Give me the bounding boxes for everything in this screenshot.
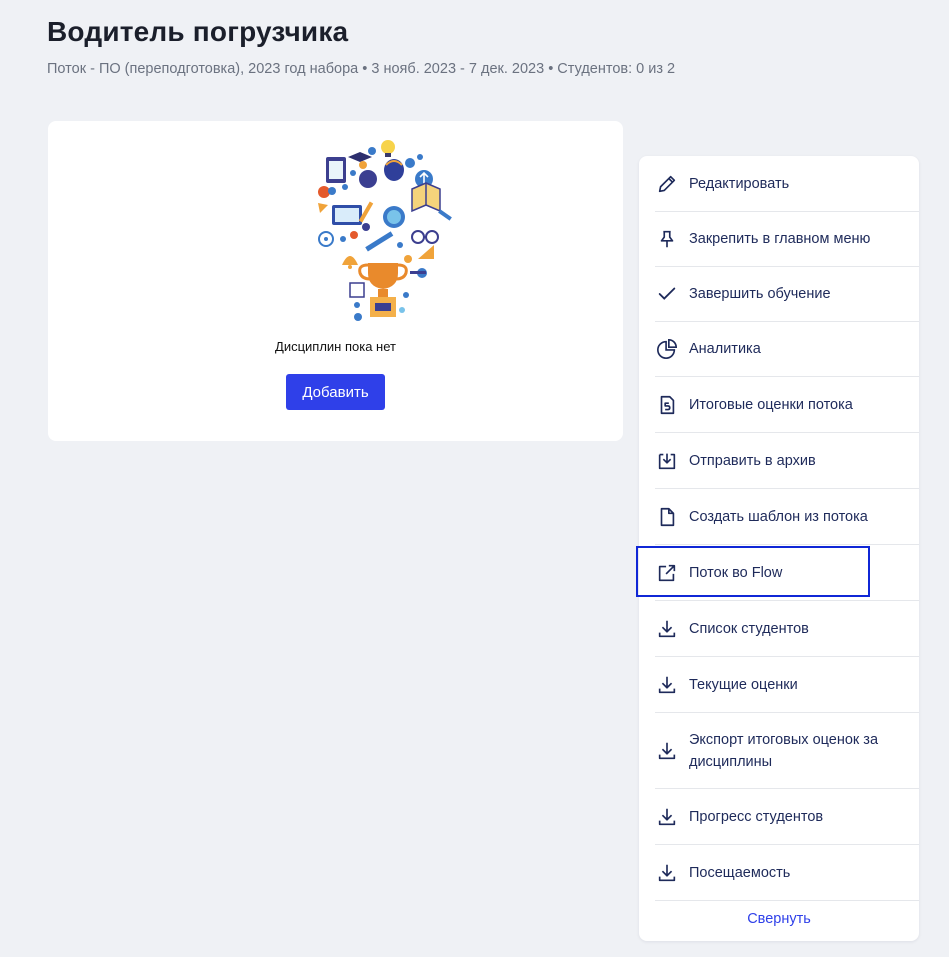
menu-item-label: Аналитика <box>689 341 761 357</box>
menu-item-final-grades[interactable]: Итоговые оценки потока <box>655 377 919 433</box>
download-icon <box>655 805 679 829</box>
menu-item-label: Завершить обучение <box>689 286 831 302</box>
education-illustration <box>318 140 452 321</box>
download-icon <box>655 861 679 885</box>
menu-item-edit[interactable]: Редактировать <box>655 156 919 212</box>
empty-disciplines-card: Дисциплин пока нет Добавить <box>48 121 623 441</box>
menu-item-students-list[interactable]: Список студентов <box>655 601 919 657</box>
menu-item-label: Создать шаблон из потока <box>689 508 868 525</box>
menu-item-students-progress[interactable]: Прогресс студентов <box>655 789 919 845</box>
actions-menu: Редактировать Закрепить в главном меню З… <box>639 156 919 941</box>
menu-item-current-grades[interactable]: Текущие оценки <box>655 657 919 713</box>
menu-item-export-final-grades[interactable]: Экспорт итоговых оценок за дисциплины <box>655 713 919 789</box>
menu-item-label: Закрепить в главном меню <box>689 231 871 247</box>
collapse-menu-link[interactable]: Свернуть <box>639 911 919 927</box>
download-icon <box>655 673 679 697</box>
menu-item-label: Редактировать <box>689 175 790 192</box>
empty-disciplines-message: Дисциплин пока нет <box>275 339 396 354</box>
check-icon <box>655 282 679 306</box>
menu-item-label: Экспорт итоговых оценок за дисциплины <box>689 731 879 770</box>
menu-item-analytics[interactable]: Аналитика <box>655 322 919 377</box>
menu-item-flow[interactable]: Поток во Flow <box>655 545 919 601</box>
grade-document-icon <box>655 393 679 417</box>
menu-item-attendance[interactable]: Посещаемость <box>655 845 919 901</box>
menu-item-label: Посещаемость <box>689 864 791 881</box>
menu-item-label: Список студентов <box>689 620 809 637</box>
menu-item-label: Итоговые оценки потока <box>689 396 853 413</box>
menu-item-label: Отправить в архив <box>689 452 816 469</box>
menu-item-pin[interactable]: Закрепить в главном меню <box>655 212 919 267</box>
menu-item-label: Прогресс студентов <box>689 808 824 825</box>
menu-item-label: Поток во Flow <box>689 564 783 581</box>
pie-chart-icon <box>655 337 679 361</box>
pin-icon <box>655 227 679 251</box>
menu-item-finish-training[interactable]: Завершить обучение <box>655 267 919 322</box>
document-icon <box>655 505 679 529</box>
external-link-icon <box>655 561 679 585</box>
archive-icon <box>655 449 679 473</box>
pencil-icon <box>655 172 679 196</box>
page-subtitle: Поток - ПО (переподготовка), 2023 год на… <box>47 61 676 77</box>
menu-item-archive[interactable]: Отправить в архив <box>655 433 919 489</box>
page-title: Водитель погрузчика <box>47 16 349 47</box>
menu-item-label: Текущие оценки <box>689 676 798 693</box>
download-icon <box>655 617 679 641</box>
download-icon <box>655 739 679 763</box>
menu-item-create-template[interactable]: Создать шаблон из потока <box>655 489 919 545</box>
add-discipline-button[interactable]: Добавить <box>286 374 385 410</box>
